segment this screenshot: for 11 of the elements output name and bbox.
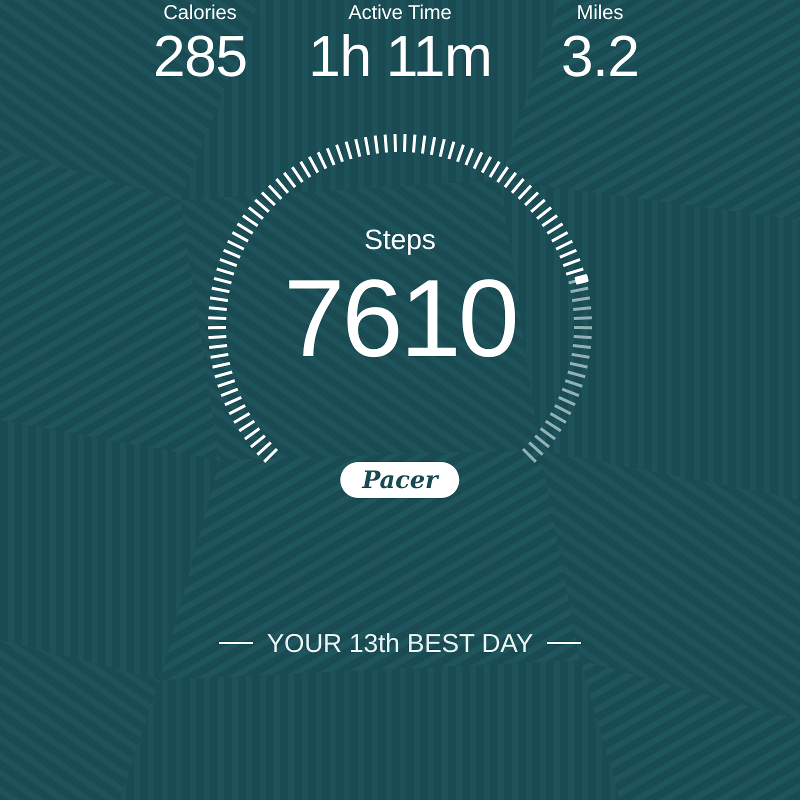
stat-label: Calories xyxy=(163,2,237,24)
rank-text: YOUR 13th BEST DAY xyxy=(266,628,534,658)
stat-value: 3.2 xyxy=(561,24,639,90)
stat-label: Miles xyxy=(576,2,624,24)
stat-value: 1h 11m xyxy=(308,24,492,90)
stat-value: 285 xyxy=(153,24,247,90)
steps-label: Steps xyxy=(364,224,436,256)
logo-badge: Pacer xyxy=(340,462,460,498)
progress-marker xyxy=(574,274,589,285)
stat-label: Active Time xyxy=(348,2,452,24)
steps-count: 7610 xyxy=(284,259,516,379)
